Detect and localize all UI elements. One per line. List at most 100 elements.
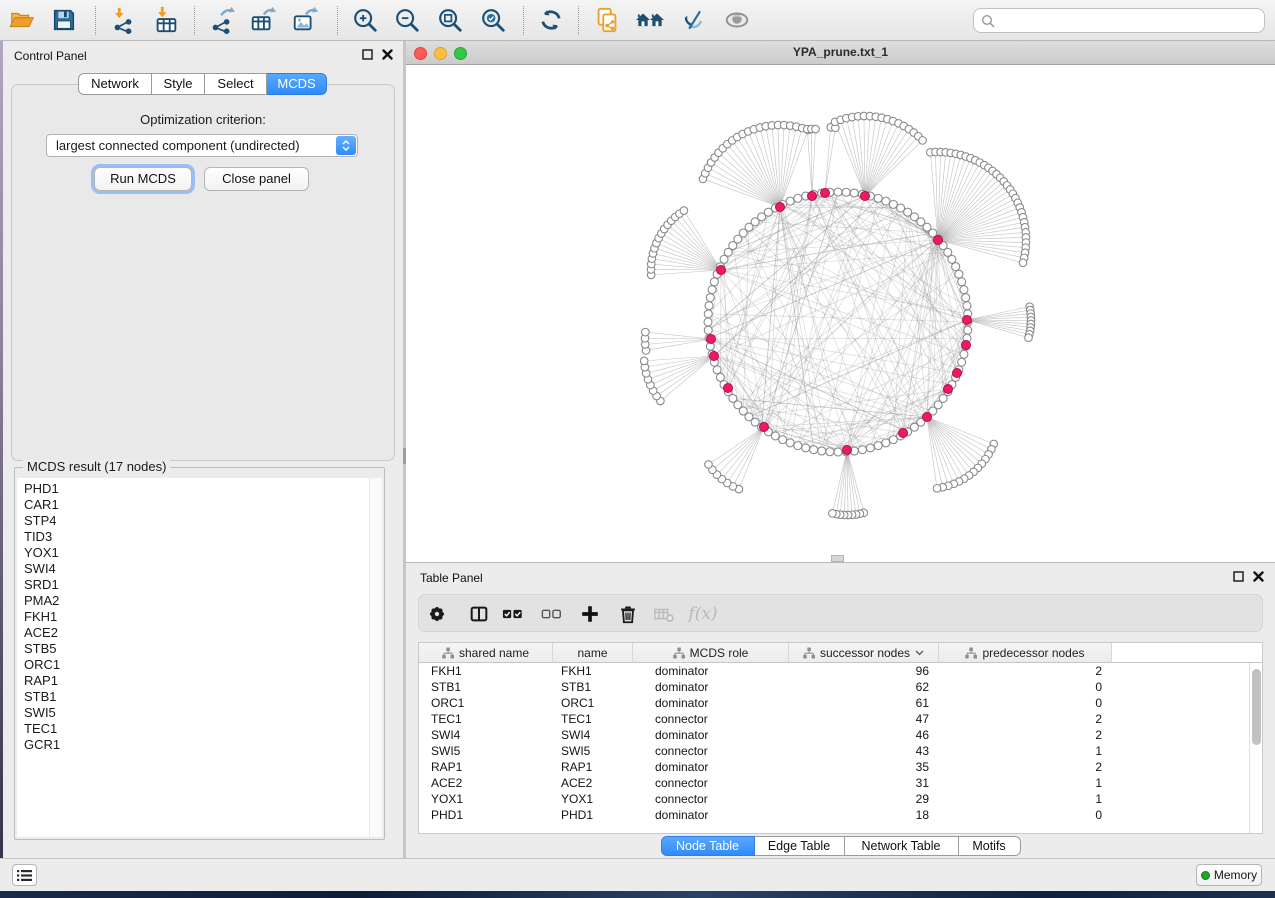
column-header-predecessor-nodes[interactable]: predecessor nodes [939,643,1112,662]
tab-select[interactable]: Select [205,73,267,95]
column-header-mcds-role[interactable]: MCDS role [633,643,789,662]
unselect-all-columns-icon[interactable] [538,601,566,627]
mcds-result-item[interactable]: SWI5 [17,705,382,721]
column-header-name[interactable]: name [553,643,633,662]
optimization-criterion-select[interactable]: largest connected component (undirected) [46,134,358,157]
tab-edge-table[interactable]: Edge Table [755,836,845,856]
mcds-result-item[interactable]: SRD1 [17,577,382,593]
network-canvas[interactable] [406,65,1275,562]
table-settings-gear-icon[interactable] [423,601,451,627]
save-session-icon[interactable] [48,4,80,36]
mcds-result-item[interactable]: FKH1 [17,609,382,625]
mcds-list-scrollbar[interactable] [369,478,382,837]
run-mcds-button[interactable]: Run MCDS [94,167,192,191]
table-panel-tabbar: Node TableEdge TableNetwork TableMotifs [406,836,1275,856]
cell-predecessors: 0 [939,695,1112,711]
show-column-panel-icon[interactable] [465,601,493,627]
search-box[interactable] [973,8,1265,33]
table-panel-title: Table Panel [420,571,483,585]
delete-table-icon-disabled[interactable] [650,601,678,627]
mcds-result-item[interactable]: STB5 [17,641,382,657]
mcds-result-item[interactable]: RAP1 [17,673,382,689]
table-row[interactable]: ACE2ACE2connector311 [419,775,1262,791]
mcds-result-item[interactable]: ACE2 [17,625,382,641]
select-all-columns-icon[interactable] [499,601,527,627]
toolbar-separator [95,6,96,35]
close-panel-button[interactable]: Close panel [204,167,309,191]
toolbar-separator [523,6,524,35]
task-history-button[interactable] [12,864,37,886]
table-row[interactable]: ORC1ORC1dominator610 [419,695,1262,711]
memory-button[interactable]: Memory [1196,864,1262,886]
delete-column-trash-icon[interactable] [614,601,642,627]
zoom-fit-icon[interactable] [434,4,466,36]
export-network-icon[interactable] [206,4,238,36]
table-row[interactable]: STB1STB1dominator620 [419,679,1262,695]
cell-successors: 47 [789,711,939,727]
cell-shared_name: TEC1 [419,711,553,727]
cell-successors: 31 [789,775,939,791]
column-type-icon [442,647,454,659]
table-row[interactable]: PHD1PHD1dominator180 [419,807,1262,823]
tab-network-table[interactable]: Network Table [845,836,959,856]
table-row[interactable]: SWI5SWI5connector431 [419,743,1262,759]
mcds-result-item[interactable]: YOX1 [17,545,382,561]
zoom-in-icon[interactable] [349,4,381,36]
close-panel-icon[interactable] [382,49,393,60]
network-graph[interactable] [406,65,1275,562]
zoom-out-icon[interactable] [391,4,423,36]
import-table-icon[interactable] [150,4,182,36]
header-filler [1112,643,1262,662]
table-row[interactable]: RAP1RAP1dominator352 [419,759,1262,775]
preview-eye-icon[interactable] [721,4,753,36]
cell-predecessors: 0 [939,679,1112,695]
clone-network-icon[interactable] [591,4,623,36]
control-panel-tabbar: NetworkStyleSelectMCDS [78,73,327,95]
mcds-result-item[interactable]: ORC1 [17,657,382,673]
mcds-result-item[interactable]: GCR1 [17,737,382,753]
export-image-icon[interactable] [289,4,321,36]
table-scrollbar-thumb[interactable] [1252,669,1261,745]
tab-mcds[interactable]: MCDS [267,73,327,95]
mcds-result-item[interactable]: PMA2 [17,593,382,609]
tab-motifs[interactable]: Motifs [959,836,1021,856]
network-window-titlebar[interactable]: YPA_prune.txt_1 [406,41,1275,65]
import-network-icon[interactable] [107,4,139,36]
memory-status-dot [1201,871,1210,880]
table-row[interactable]: SWI4SWI4dominator462 [419,727,1262,743]
horizontal-splitter-handle[interactable] [831,555,844,562]
mcds-result-item[interactable]: TID3 [17,529,382,545]
table-scrollbar[interactable] [1249,663,1262,833]
column-type-icon [965,647,977,659]
mcds-result-item[interactable]: PHD1 [17,481,382,497]
column-header-shared-name[interactable]: shared name [419,643,553,662]
float-panel-icon[interactable] [362,49,373,60]
create-column-plus-icon[interactable] [576,601,604,627]
function-builder-button-disabled[interactable]: f(x) [689,601,717,627]
zoom-selected-icon[interactable] [477,4,509,36]
main-toolbar [0,0,1275,41]
tab-network[interactable]: Network [78,73,152,95]
table-row[interactable]: YOX1YOX1connector291 [419,791,1262,807]
mcds-result-item[interactable]: CAR1 [17,497,382,513]
mcds-result-item[interactable]: STP4 [17,513,382,529]
mcds-result-item[interactable]: SWI4 [17,561,382,577]
open-session-icon[interactable] [6,4,38,36]
toggle-visibility-icon[interactable] [677,4,709,36]
tab-node-table[interactable]: Node Table [661,836,755,856]
column-header-successor-nodes[interactable]: successor nodes [789,643,939,662]
refresh-icon[interactable] [535,4,567,36]
cell-filler [1112,759,1262,775]
table-row[interactable]: FKH1FKH1dominator962 [419,663,1262,679]
export-table-icon[interactable] [247,4,279,36]
mcds-result-item[interactable]: STB1 [17,689,382,705]
mcds-result-item[interactable]: TEC1 [17,721,382,737]
tab-style[interactable]: Style [152,73,205,95]
search-input[interactable] [999,13,1264,29]
table-row[interactable]: TEC1TEC1connector472 [419,711,1262,727]
mcds-result-list[interactable]: PHD1CAR1STP4TID3YOX1SWI4SRD1PMA2FKH1ACE2… [17,478,382,837]
float-panel-icon[interactable] [1233,571,1244,582]
table-panel: Table Panel [406,562,1275,858]
close-panel-icon[interactable] [1253,571,1264,582]
home-icon[interactable] [634,4,666,36]
